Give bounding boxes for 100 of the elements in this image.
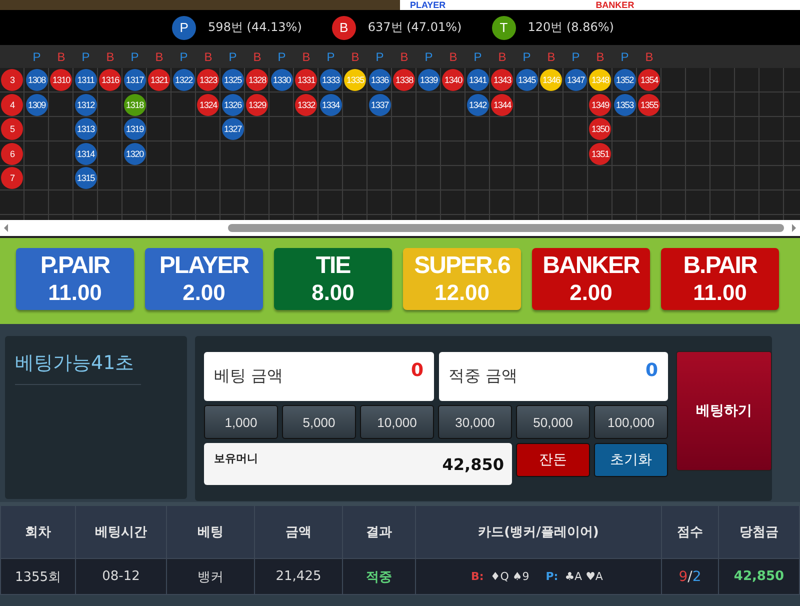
column-header: 베팅시간 xyxy=(76,504,166,558)
result-dot: B xyxy=(332,16,356,40)
result-bead: 1312 xyxy=(74,94,97,116)
column-header: B xyxy=(498,50,506,64)
player-label: P: xyxy=(546,570,558,583)
result-bead: 1331 xyxy=(295,69,318,92)
column-header: B xyxy=(351,50,360,64)
column-header: P xyxy=(376,50,384,64)
column-header: B xyxy=(449,50,458,64)
stat-count: 120번 (8.86%) xyxy=(528,19,614,36)
column-header: 베팅 xyxy=(166,504,254,558)
chip-amount-button[interactable]: 5,000 xyxy=(282,405,356,439)
result-bead: 1342 xyxy=(466,94,489,116)
result-bead: 1333 xyxy=(320,69,342,92)
column-header: 당첨금 xyxy=(718,504,800,558)
result-bead: 1349 xyxy=(589,94,612,116)
result-bead: 1327 xyxy=(222,118,244,140)
result-bead: 1347 xyxy=(564,69,587,92)
column-header: B xyxy=(596,50,604,64)
chip-amount-button[interactable]: 1,000 xyxy=(204,405,278,439)
result-bead: 1328 xyxy=(246,69,268,92)
result-bead: 1332 xyxy=(295,94,318,116)
column-header: B xyxy=(302,50,310,64)
column-header: B xyxy=(547,50,556,64)
table-cell: 적중 xyxy=(342,558,416,594)
result-dot: T xyxy=(492,16,516,40)
column-header: B xyxy=(204,50,212,64)
result-bead: 1309 xyxy=(26,94,48,116)
table-cell: 1355회 xyxy=(0,558,76,594)
banker-cards: ♦Q ♠9 xyxy=(490,570,530,583)
result-bead: 1344 xyxy=(491,94,514,116)
result-bead: 1308 xyxy=(26,69,48,92)
result-bead: 1310 xyxy=(50,69,72,92)
result-bead: 1323 xyxy=(197,69,220,92)
column-header: P xyxy=(82,50,90,64)
result-bead: 1317 xyxy=(124,69,146,92)
banker-label: BANKER xyxy=(596,0,634,10)
change-button[interactable]: 잔돈 xyxy=(516,443,590,477)
column-header: P xyxy=(32,50,41,64)
result-bead: 1318 xyxy=(124,94,146,116)
result-bead: 1316 xyxy=(99,69,122,92)
result-bead: 1315 xyxy=(74,167,97,190)
column-header: P xyxy=(326,50,335,64)
result-bead: 1334 xyxy=(320,94,342,116)
result-bead: 1329 xyxy=(246,94,268,116)
result-bead: 1338 xyxy=(393,69,416,92)
result-bead: 1313 xyxy=(74,118,97,140)
player-score: 2 xyxy=(692,568,702,584)
banker-label: B: xyxy=(471,570,484,583)
column-header: P xyxy=(474,50,482,64)
player-cards: ♣A ♥A xyxy=(564,570,603,583)
result-bead: 1324 xyxy=(197,94,220,116)
column-header: B xyxy=(400,50,408,64)
result-bead: 1339 xyxy=(418,69,440,92)
column-header: P xyxy=(522,50,531,64)
result-dot: P xyxy=(172,16,196,40)
result-bead: 1336 xyxy=(368,69,391,92)
result-bead: 1337 xyxy=(368,94,391,116)
column-header: B xyxy=(106,50,114,64)
table-cell: 21,425 xyxy=(254,558,342,594)
place-bet-button[interactable]: 베팅하기 xyxy=(676,351,772,471)
chip-amount-button[interactable]: 30,000 xyxy=(438,405,512,439)
reset-button[interactable]: 초기화 xyxy=(594,443,668,477)
result-bead: 1320 xyxy=(124,142,146,165)
bet-option-button[interactable]: TIE 8.00 xyxy=(274,248,392,310)
chip-amount-button[interactable]: 10,000 xyxy=(360,405,434,439)
win-amount-display: 적중 금액 0 xyxy=(438,352,668,401)
betting-timer: 베팅가능41초 xyxy=(15,346,141,385)
column-header: P xyxy=(180,50,188,64)
result-bead: 1326 xyxy=(222,94,244,116)
result-bead: 1345 xyxy=(516,69,538,92)
result-bead: 5 xyxy=(1,118,24,140)
stat-count: 637번 (47.01%) xyxy=(368,19,462,36)
chip-amount-button[interactable]: 100,000 xyxy=(594,405,668,439)
result-bead: 1350 xyxy=(589,118,612,140)
bet-option-button[interactable]: B.PAIR 11.00 xyxy=(661,248,779,310)
bet-option-button[interactable]: BANKER 2.00 xyxy=(532,248,650,310)
bet-option-button[interactable]: P.PAIR 11.00 xyxy=(16,248,134,310)
result-bead: 1340 xyxy=(442,69,464,92)
banker-score: 9 xyxy=(678,568,688,584)
result-bead: 1352 xyxy=(614,69,636,92)
bet-option-button[interactable]: PLAYER 2.00 xyxy=(145,248,263,310)
chip-amount-button[interactable]: 50,000 xyxy=(516,405,590,439)
result-bead: 1341 xyxy=(466,69,489,92)
bet-amount-display: 베팅 금액 0 xyxy=(204,352,434,401)
column-header: P xyxy=(130,50,139,64)
scrollbar-thumb[interactable] xyxy=(228,224,784,232)
result-bead: 1355 xyxy=(638,94,660,116)
column-header: B xyxy=(253,50,262,64)
column-header: 회차 xyxy=(0,504,76,558)
column-header: 카드(뱅커/플레이어) xyxy=(416,504,662,558)
horizontal-scrollbar[interactable] xyxy=(0,220,800,236)
result-bead: 1325 xyxy=(222,69,244,92)
column-header: 금액 xyxy=(254,504,342,558)
score-separator: / xyxy=(688,568,692,584)
result-bead: 1321 xyxy=(148,69,170,92)
result-bead: 1314 xyxy=(74,142,97,165)
result-bead: 1351 xyxy=(589,142,612,165)
result-bead: 6 xyxy=(1,142,24,165)
column-header: 결과 xyxy=(342,504,416,558)
